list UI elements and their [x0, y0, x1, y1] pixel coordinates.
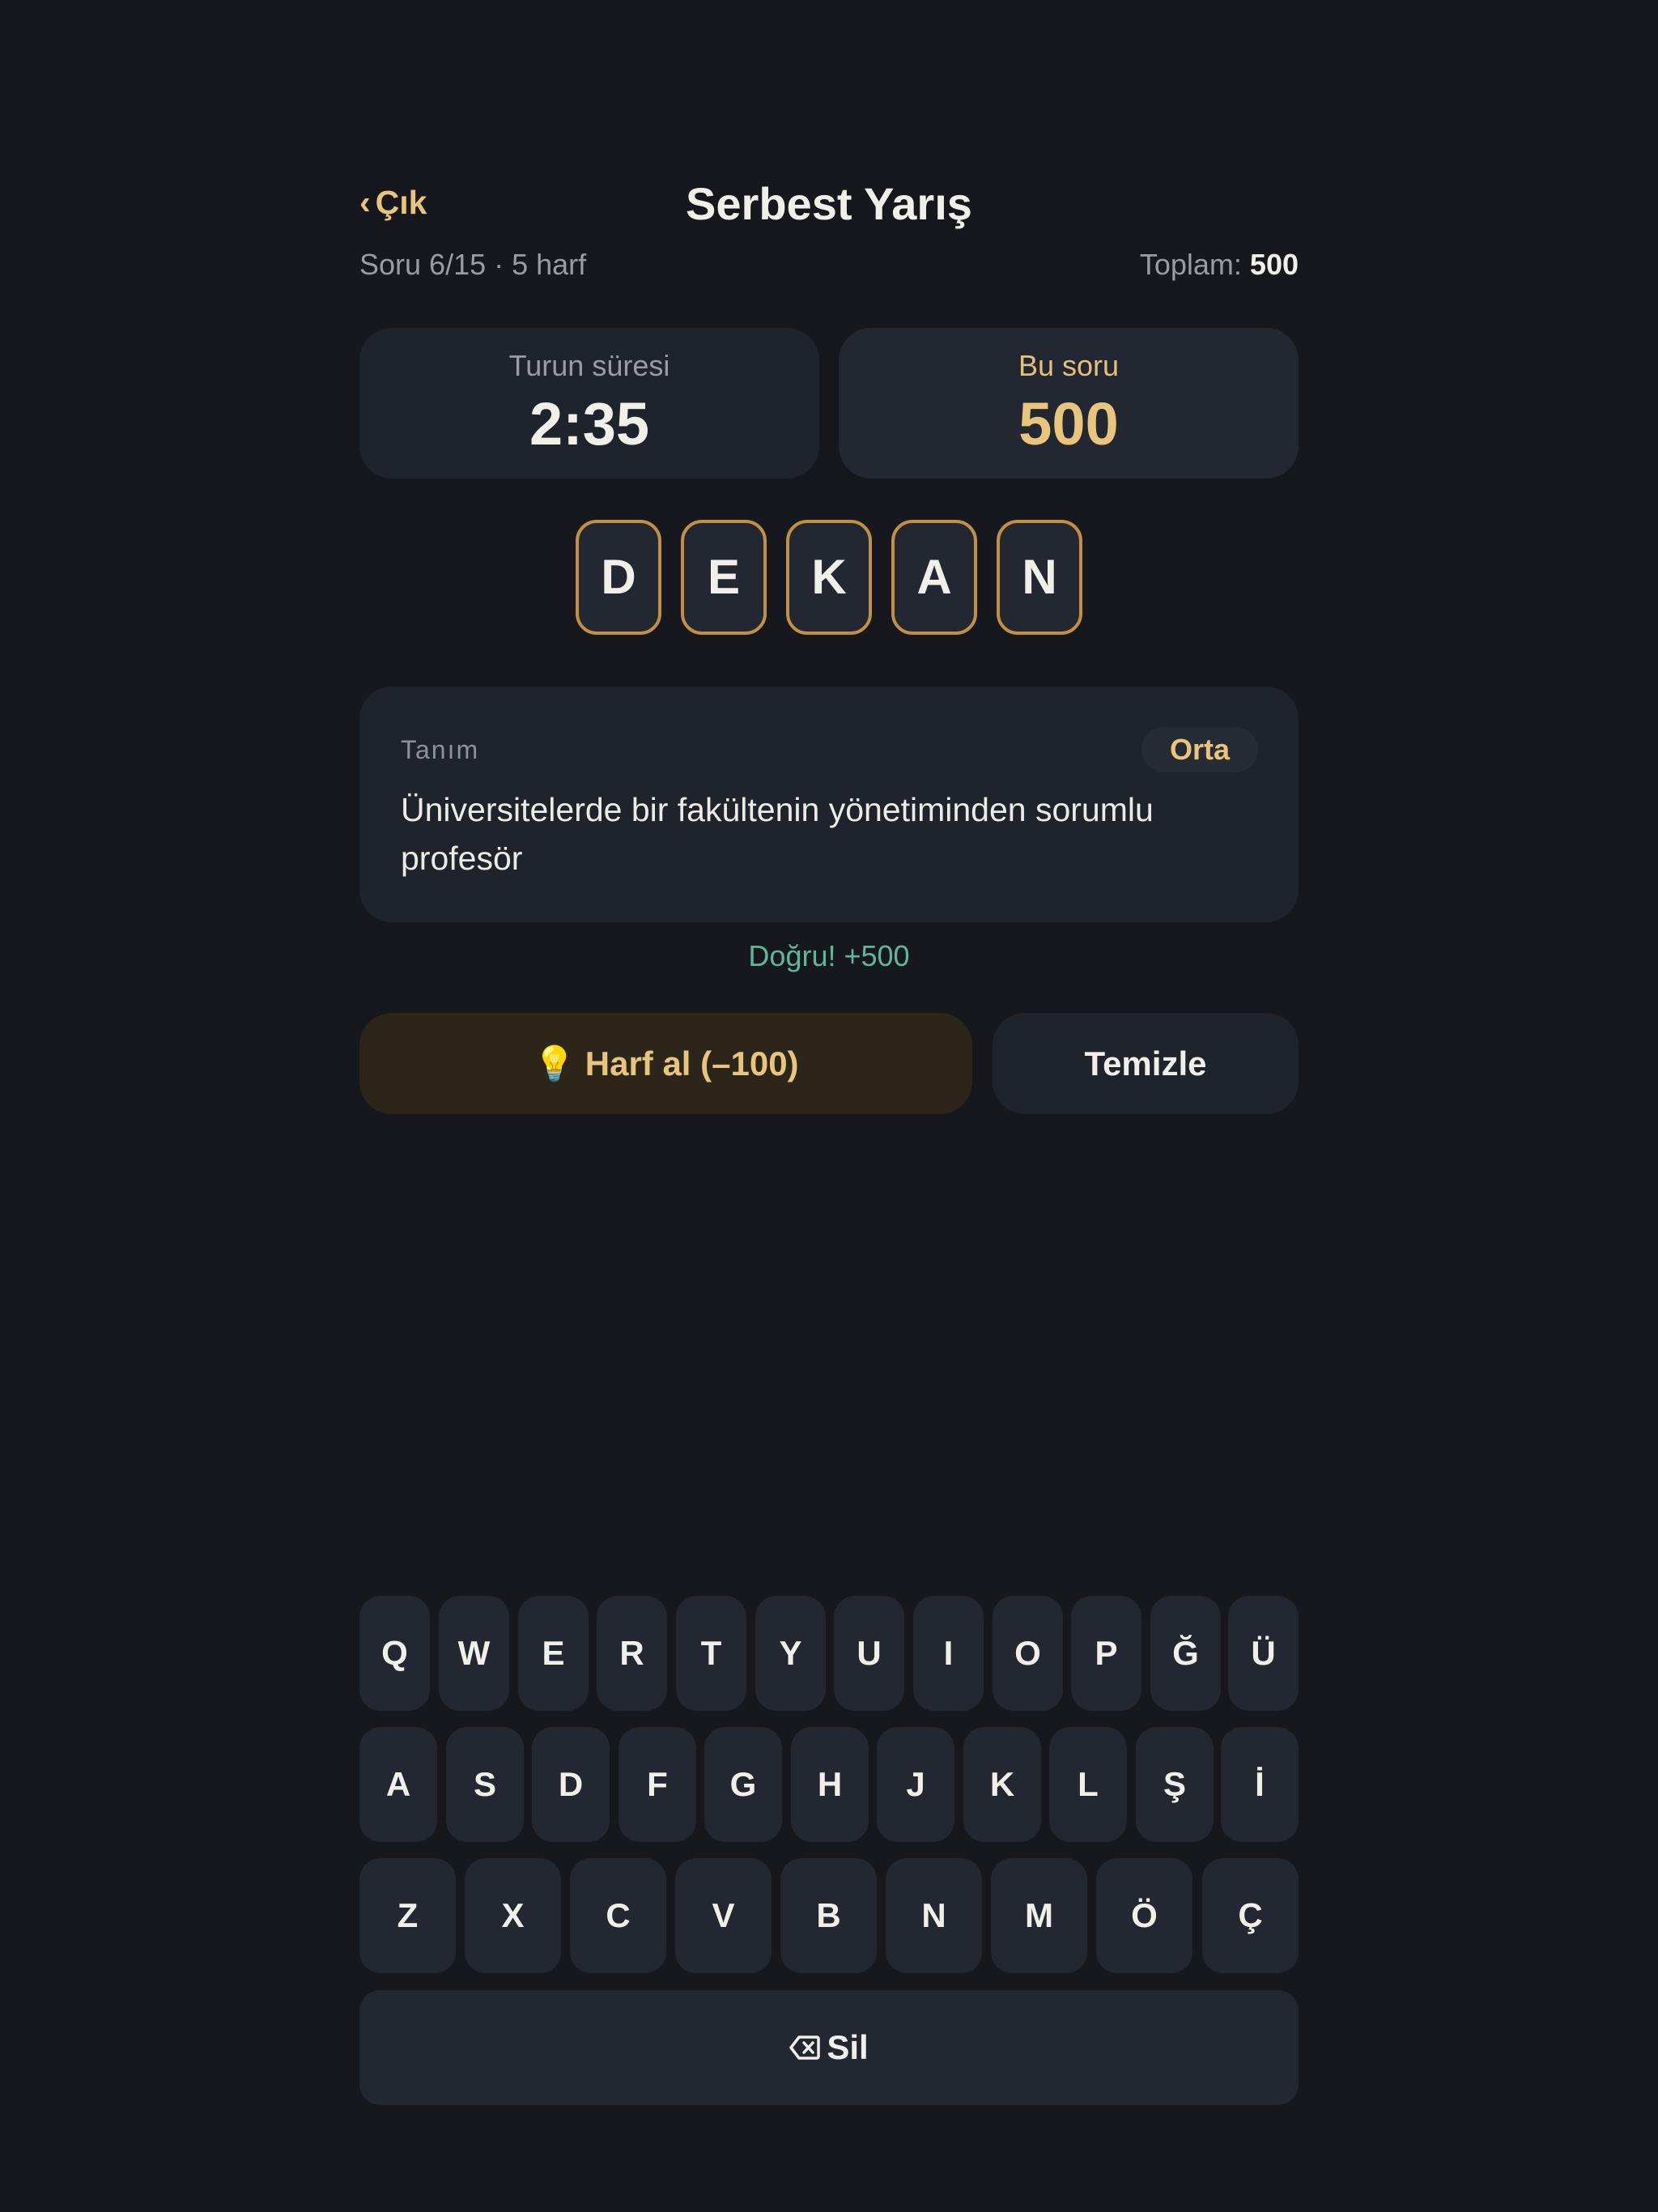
lightbulb-icon: 💡 — [533, 1044, 576, 1083]
key-v[interactable]: V — [675, 1858, 772, 1973]
key-g-breve[interactable]: Ğ — [1150, 1596, 1221, 1711]
key-p[interactable]: P — [1071, 1596, 1141, 1711]
key-f[interactable]: F — [619, 1727, 696, 1842]
key-d[interactable]: D — [532, 1727, 610, 1842]
key-o-umlaut[interactable]: Ö — [1096, 1858, 1192, 1973]
game-screen: ‹ Çık Serbest Yarış Soru 6/15 · 5 harf To… — [0, 0, 1658, 2212]
total-value: 500 — [1249, 248, 1299, 281]
action-buttons: 💡 Harf al (–100) Temizle — [359, 1013, 1299, 1114]
keyboard-row-4: Sil — [359, 1990, 1299, 2105]
key-l[interactable]: L — [1049, 1727, 1127, 1842]
letter-tile[interactable]: N — [997, 520, 1082, 635]
key-q[interactable]: Q — [359, 1596, 430, 1711]
definition-text: Üniversitelerde bir fakültenin yönetimin… — [401, 791, 1154, 877]
key-c[interactable]: C — [570, 1858, 666, 1973]
key-c-cedilla[interactable]: Ç — [1202, 1858, 1299, 1973]
total-label: Toplam: — [1139, 248, 1242, 281]
stats-row: Turun süresi 2:35 Bu soru 500 — [359, 328, 1299, 479]
header: ‹ Çık Serbest Yarış — [359, 166, 1299, 243]
key-z[interactable]: Z — [359, 1858, 456, 1973]
key-w[interactable]: W — [439, 1596, 509, 1711]
key-m[interactable]: M — [991, 1858, 1087, 1973]
keyboard-row-1: Q W E R T Y U I O P Ğ Ü — [359, 1596, 1299, 1711]
total-score: Toplam: 500 — [1140, 248, 1299, 282]
status-row: Soru 6/15 · 5 harf Toplam: 500 — [359, 248, 1299, 288]
keyboard-row-3: Z X C V B N M Ö Ç — [359, 1858, 1299, 1973]
definition-label: Tanım — [401, 735, 480, 764]
key-n[interactable]: N — [886, 1858, 982, 1973]
feedback-message: Doğru! +500 — [748, 939, 910, 972]
question-progress: Soru 6/15 · 5 harf — [359, 248, 587, 281]
key-r[interactable]: R — [597, 1596, 667, 1711]
question-score-value: 500 — [1018, 390, 1119, 457]
page-title: Serbest Yarış — [686, 178, 972, 229]
backspace-icon — [789, 2035, 821, 2060]
definition-card: Tanım Orta Üniversitelerde bir fakülteni… — [359, 687, 1299, 922]
key-i-dotted[interactable]: İ — [1221, 1727, 1299, 1842]
letter-tile[interactable]: A — [891, 520, 977, 635]
key-a[interactable]: A — [359, 1727, 437, 1842]
key-t[interactable]: T — [676, 1596, 746, 1711]
delete-key[interactable]: Sil — [359, 1990, 1299, 2105]
letter-tile[interactable]: D — [576, 520, 661, 635]
letter-tile[interactable]: E — [681, 520, 767, 635]
delete-label: Sil — [827, 2028, 869, 2066]
key-g[interactable]: G — [704, 1727, 782, 1842]
clear-button[interactable]: Temizle — [993, 1013, 1299, 1114]
difficulty-badge: Orta — [1141, 727, 1258, 772]
key-o[interactable]: O — [993, 1596, 1063, 1711]
hint-button[interactable]: 💡 Harf al (–100) — [359, 1013, 972, 1114]
key-b[interactable]: B — [780, 1858, 877, 1973]
key-u[interactable]: U — [834, 1596, 904, 1711]
keyboard-row-2: A S D F G H J K L Ş İ — [359, 1727, 1299, 1842]
key-h[interactable]: H — [791, 1727, 869, 1842]
key-x[interactable]: X — [465, 1858, 561, 1973]
letter-tile[interactable]: K — [786, 520, 872, 635]
timer-card: Turun süresi 2:35 — [359, 328, 819, 479]
question-score-label: Bu soru — [1018, 349, 1120, 382]
timer-value: 2:35 — [529, 390, 650, 457]
key-s-cedilla[interactable]: Ş — [1136, 1727, 1214, 1842]
timer-label: Turun süresi — [508, 349, 670, 382]
question-score-card: Bu soru 500 — [839, 328, 1299, 479]
key-u-umlaut[interactable]: Ü — [1228, 1596, 1299, 1711]
key-s[interactable]: S — [446, 1727, 524, 1842]
key-i[interactable]: I — [913, 1596, 984, 1711]
key-y[interactable]: Y — [755, 1596, 826, 1711]
key-k[interactable]: K — [963, 1727, 1041, 1842]
key-j[interactable]: J — [877, 1727, 954, 1842]
answer-tiles: DEKAN — [359, 520, 1299, 641]
key-e[interactable]: E — [518, 1596, 589, 1711]
hint-label: Harf al (–100) — [585, 1044, 799, 1083]
